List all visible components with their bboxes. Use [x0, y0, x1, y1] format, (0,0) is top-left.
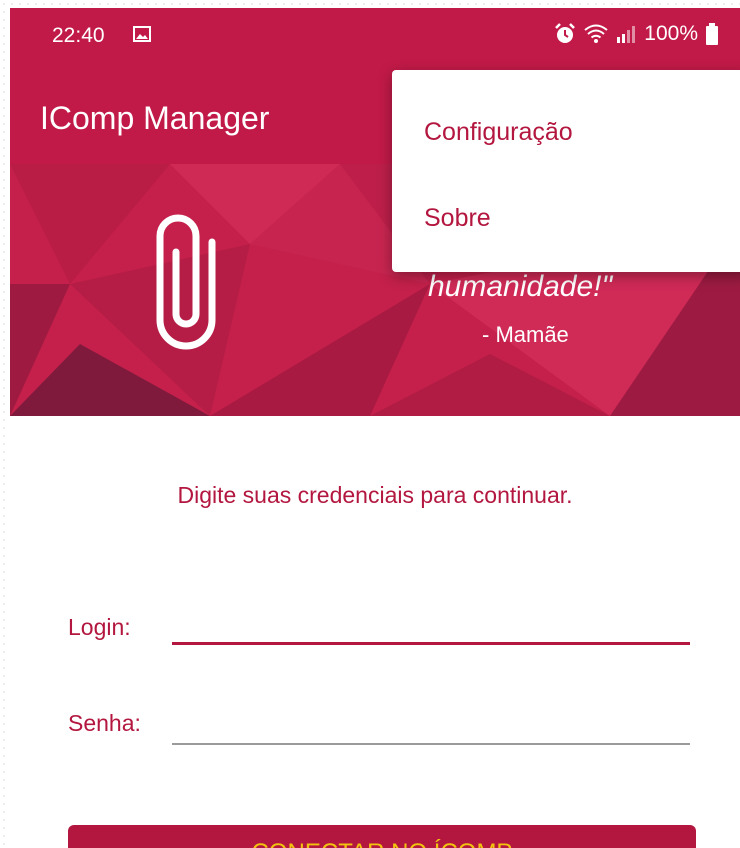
phone-screen: 22:40 100% IComp Manager humanidade!" - …: [10, 8, 740, 848]
menu-item-configuracao[interactable]: Configuração: [424, 118, 573, 147]
signal-icon: [617, 26, 636, 43]
login-input[interactable]: [172, 642, 690, 645]
overflow-menu: Configuração Sobre: [392, 70, 740, 272]
banner-quote: humanidade!": [428, 270, 613, 303]
credentials-prompt: Digite suas credenciais para continuar.: [177, 482, 573, 508]
battery-percent: 100%: [644, 22, 698, 45]
paperclip-icon: [156, 214, 216, 350]
password-label: Senha:: [68, 710, 141, 736]
gallery-icon: [133, 26, 151, 42]
login-button[interactable]: CONECTAR NO ÍCOMP: [68, 825, 696, 848]
banner-quote-author: - Mamãe: [482, 322, 569, 347]
status-time: 22:40: [52, 24, 105, 47]
menu-item-sobre[interactable]: Sobre: [424, 204, 491, 233]
status-bar: 22:40 100%: [10, 8, 740, 64]
status-right: 100%: [554, 22, 718, 46]
login-label: Login:: [68, 614, 131, 640]
battery-icon: [706, 23, 718, 45]
password-input[interactable]: [172, 743, 690, 745]
alarm-icon: [555, 23, 576, 43]
wifi-icon: [584, 24, 608, 43]
app-title: IComp Manager: [40, 100, 270, 136]
login-button-label: CONECTAR NO ÍCOMP: [68, 825, 696, 848]
